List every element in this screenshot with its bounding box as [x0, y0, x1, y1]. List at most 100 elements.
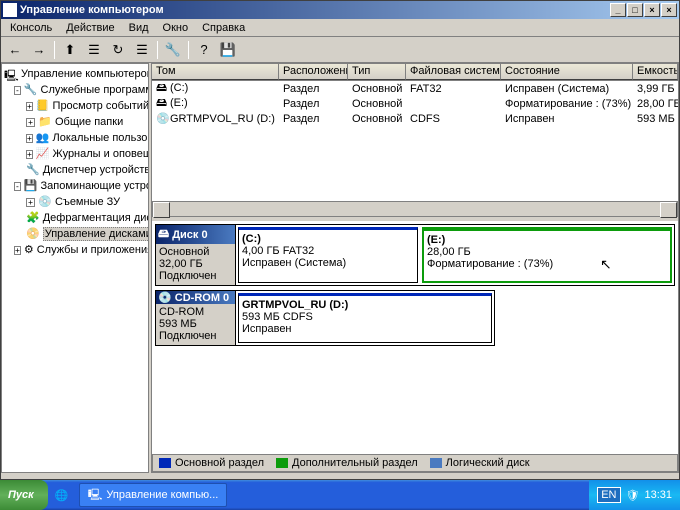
col-fs[interactable]: Файловая система — [406, 64, 501, 80]
detail-pane: Том Расположение Тип Файловая система Со… — [151, 63, 679, 473]
cdrom-0-row[interactable]: 💿 CD-ROM 0 CD-ROM 593 МБ Подключен GRTMP… — [155, 290, 495, 346]
system-tray[interactable]: EN 🛡 13:31 — [589, 480, 680, 510]
tree-shared-folders[interactable]: +📁Общие папки — [26, 114, 146, 130]
window-title: Управление компьютером — [20, 4, 610, 16]
col-type[interactable]: Тип — [348, 64, 406, 80]
table-row[interactable]: 🖴(E:) Раздел Основной Форматирование : (… — [152, 96, 678, 111]
collapse-icon[interactable]: - — [14, 182, 21, 191]
titlebar[interactable]: Управление компьютером _ □ × × — [1, 1, 679, 19]
partition-e[interactable]: (E:) 28,00 ГБ Форматирование : (73%) — [422, 227, 672, 283]
expand-icon[interactable]: + — [26, 118, 35, 127]
help-button[interactable]: ? — [193, 39, 215, 61]
taskbar[interactable]: Пуск 🌐 🖳 Управление компью... EN 🛡 13:31 — [0, 480, 680, 510]
device-icon: 🔧 — [26, 163, 40, 177]
volume-table-header: Том Расположение Тип Файловая система Со… — [152, 64, 678, 81]
maximize-button[interactable]: □ — [627, 3, 643, 17]
tree-defrag[interactable]: 🧩Дефрагментация диска — [26, 210, 146, 226]
folder-icon: 🔧 — [24, 83, 38, 97]
back-button[interactable]: ← — [4, 39, 26, 61]
book-icon: 📒 — [36, 99, 50, 113]
clock[interactable]: 13:31 — [644, 489, 672, 501]
tree-device-manager[interactable]: 🔧Диспетчер устройств — [26, 162, 146, 178]
menubar: Консоль Действие Вид Окно Справка — [1, 19, 679, 37]
tree-disk-management[interactable]: 📀Управление дисками — [26, 226, 146, 242]
tree-event-viewer[interactable]: +📒Просмотр событий — [26, 98, 146, 114]
separator — [157, 41, 158, 59]
tree-removable[interactable]: +💿Съемные ЗУ — [26, 194, 146, 210]
props-button[interactable]: ☰ — [83, 39, 105, 61]
cdrom-0-info: 💿 CD-ROM 0 CD-ROM 593 МБ Подключен — [156, 291, 236, 345]
ql-ie-icon[interactable]: 🌐 — [52, 484, 72, 506]
expand-icon[interactable]: + — [26, 102, 33, 111]
forward-button[interactable]: → — [28, 39, 50, 61]
app-icon — [3, 3, 17, 17]
legend-primary-swatch — [159, 458, 171, 468]
collapse-icon[interactable]: - — [14, 86, 21, 95]
tree-storage[interactable]: -💾Запоминающие устройства — [14, 178, 146, 194]
col-volume[interactable]: Том — [152, 64, 279, 80]
disk-graphical-view[interactable]: 🖴 Диск 0 Основной 32,00 ГБ Подключен (C:… — [152, 221, 678, 454]
menu-view[interactable]: Вид — [122, 21, 156, 35]
lang-indicator[interactable]: EN — [597, 487, 620, 503]
table-row[interactable]: 💿GRTMPVOL_RU (D:) Раздел Основной CDFS И… — [152, 111, 678, 126]
expand-icon[interactable]: + — [26, 198, 35, 207]
col-status[interactable]: Состояние — [501, 64, 633, 80]
main-window: Управление компьютером _ □ × × Консоль Д… — [0, 0, 680, 480]
tree-pane[interactable]: 🖳Управление компьютером (локал -🔧Служебн… — [1, 63, 149, 473]
chart-icon: 📈 — [36, 147, 50, 161]
app-icon: 🖳 — [88, 486, 103, 505]
hdd-icon: 🖴 — [158, 225, 169, 244]
volume-table-body[interactable]: 🖴(C:) Раздел Основной FAT32 Исправен (Си… — [152, 81, 678, 201]
tree-local-users[interactable]: +👥Локальные пользователи — [26, 130, 146, 146]
legend-extended-swatch — [276, 458, 288, 468]
expand-icon[interactable]: + — [14, 246, 21, 255]
disk-0-row[interactable]: 🖴 Диск 0 Основной 32,00 ГБ Подключен (C:… — [155, 224, 675, 286]
expand-icon[interactable]: + — [26, 150, 33, 159]
separator — [188, 41, 189, 59]
tree-root[interactable]: 🖳Управление компьютером (локал — [4, 66, 146, 82]
up-button[interactable]: ⬆ — [59, 39, 81, 61]
disk-0-partitions: (C:) 4,00 ГБ FAT32 Исправен (Система) (E… — [236, 225, 674, 285]
refresh-button[interactable]: ↻ — [107, 39, 129, 61]
mdi-close-button[interactable]: × — [644, 3, 660, 17]
menu-console[interactable]: Консоль — [3, 21, 59, 35]
tool-button-7[interactable]: 💾 — [217, 39, 239, 61]
horizontal-scrollbar[interactable] — [152, 201, 678, 217]
partition-d[interactable]: GRTMPVOL_RU (D:) 593 МБ CDFS Исправен — [238, 293, 492, 343]
removable-icon: 💿 — [38, 195, 52, 209]
close-button[interactable]: × — [661, 3, 677, 17]
menu-help[interactable]: Справка — [195, 21, 252, 35]
gear-icon: ⚙ — [24, 243, 34, 257]
partition-c[interactable]: (C:) 4,00 ГБ FAT32 Исправен (Система) — [238, 227, 418, 283]
expand-icon[interactable]: + — [26, 134, 33, 143]
volume-icon: 🖴 — [156, 94, 170, 113]
status-bar — [1, 473, 679, 479]
menu-action[interactable]: Действие — [59, 21, 121, 35]
col-layout[interactable]: Расположение — [279, 64, 348, 80]
menu-window[interactable]: Окно — [156, 21, 196, 35]
cd-icon: 💿 — [158, 291, 172, 304]
separator — [54, 41, 55, 59]
toolbar: ← → ⬆ ☰ ↻ ☰ 🔧 ? 💾 — [1, 37, 679, 63]
shield-icon[interactable]: 🛡 — [626, 489, 640, 502]
col-capacity[interactable]: Емкость — [633, 64, 678, 80]
folder-icon: 📁 — [38, 115, 52, 129]
taskbar-app-button[interactable]: 🖳 Управление компью... — [79, 483, 228, 507]
tree-system-tools[interactable]: -🔧Служебные программы — [14, 82, 146, 98]
tree-perf-logs[interactable]: +📈Журналы и оповещения п — [26, 146, 146, 162]
users-icon: 👥 — [36, 131, 50, 145]
quick-launch: 🌐 — [48, 484, 76, 506]
tool-button-5[interactable]: 🔧 — [162, 39, 184, 61]
content-area: 🖳Управление компьютером (локал -🔧Служебн… — [1, 63, 679, 473]
legend-primary-label: Основной раздел — [175, 457, 264, 469]
minimize-button[interactable]: _ — [610, 3, 626, 17]
tool-button-4[interactable]: ☰ — [131, 39, 153, 61]
start-button[interactable]: Пуск — [0, 480, 48, 510]
cdrom-partitions: GRTMPVOL_RU (D:) 593 МБ CDFS Исправен — [236, 291, 494, 345]
tree-services[interactable]: +⚙Службы и приложения — [14, 242, 146, 258]
cd-icon: 💿 — [156, 112, 170, 125]
legend-logical-label: Логический диск — [446, 457, 530, 469]
legend-extended-label: Дополнительный раздел — [292, 457, 418, 469]
storage-icon: 💾 — [24, 179, 38, 193]
disk-icon: 📀 — [26, 227, 40, 241]
